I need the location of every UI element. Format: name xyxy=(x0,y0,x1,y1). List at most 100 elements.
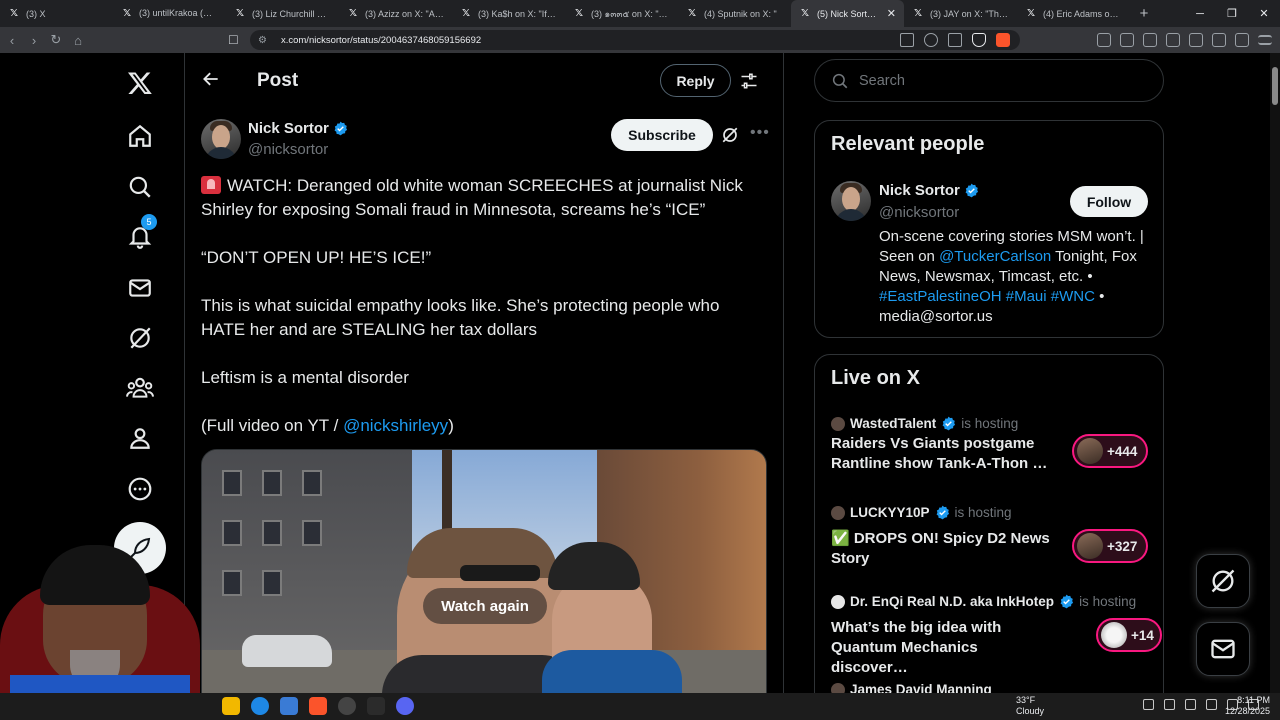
camera-off-icon[interactable] xyxy=(1143,699,1154,710)
minimize-icon[interactable]: ─ xyxy=(1184,8,1216,20)
hashtag-link[interactable]: #WNC xyxy=(1051,288,1095,305)
url-text[interactable]: x.com/nicksortor/status/2004637468059156… xyxy=(281,35,481,46)
author-name[interactable]: Nick Sortor xyxy=(248,120,329,137)
close-window-icon[interactable]: ✕ xyxy=(1248,7,1280,20)
restore-icon[interactable]: ❐ xyxy=(1216,7,1248,20)
browser-tab[interactable]: 𝕏 (3) X xyxy=(0,0,113,27)
discord-icon[interactable] xyxy=(396,697,414,715)
brave-shield-icon[interactable] xyxy=(972,33,986,47)
host-name[interactable]: Dr. EnQi Real N.D. aka InkHotep xyxy=(850,594,1054,609)
person-name-row[interactable]: Nick Sortor xyxy=(879,182,979,199)
download-icon[interactable] xyxy=(1166,33,1180,47)
browser-tab[interactable]: 𝕏 (3) Azizz on X: "Aloha xyxy=(339,0,452,27)
close-tab-icon[interactable]: ✕ xyxy=(887,7,896,20)
address-bar[interactable]: ☐ ⚙ x.com/nicksortor/status/200463746805… xyxy=(228,30,1020,50)
author-handle[interactable]: @nicksortor xyxy=(248,141,328,158)
brave-icon[interactable] xyxy=(309,697,327,715)
mention-link[interactable]: @nickshirleyy xyxy=(343,416,448,435)
browser-tab[interactable]: 𝕏 (3) untilKrakoa (👁️) W xyxy=(113,0,226,27)
nav-notifications[interactable]: 5 xyxy=(124,214,157,253)
nav-more[interactable] xyxy=(124,473,156,505)
home-icon[interactable]: ⌂ xyxy=(68,30,88,50)
sidebar-icon[interactable] xyxy=(1189,33,1203,47)
live-title[interactable]: What’s the big idea with Quantum Mechani… xyxy=(831,618,1056,678)
tab-search-icon[interactable] xyxy=(1212,33,1226,47)
taskbar-clock[interactable]: 8:11 PM 12/28/2025 xyxy=(1224,695,1270,717)
author-name-row[interactable]: Nick Sortor xyxy=(248,120,348,137)
nav-explore[interactable] xyxy=(124,171,156,203)
chevron-up-icon[interactable] xyxy=(1122,699,1133,710)
file-explorer-icon[interactable] xyxy=(222,697,240,715)
video-player[interactable]: Watch again xyxy=(201,449,767,693)
live-title[interactable]: Raiders Vs Giants postgame Rantline show… xyxy=(831,434,1056,474)
nav-messages[interactable] xyxy=(124,272,156,304)
browser-tab[interactable]: 𝕏 (4) Sputnik on X: " xyxy=(678,0,791,27)
live-space-item[interactable]: WastedTalent is hosting Raiders Vs Giant… xyxy=(831,416,1151,486)
x-home-logo[interactable] xyxy=(124,67,156,99)
reload-icon[interactable]: ↻ xyxy=(46,30,66,50)
browser-tab[interactable]: 𝕏 (3) ๑๓๓๕ on X: "Kai Ce xyxy=(565,0,678,27)
listeners-pill[interactable]: +327 xyxy=(1072,529,1148,563)
live-title[interactable]: ✅ DROPS ON! Spicy D2 News Story xyxy=(831,529,1056,569)
browser-tab-active[interactable]: 𝕏 (5) Nick Sortor on ✕ xyxy=(791,0,904,27)
screenshot-icon[interactable] xyxy=(900,33,914,47)
person-handle[interactable]: @nicksortor xyxy=(879,204,959,221)
grok-fab[interactable] xyxy=(1196,554,1250,608)
more-options-icon[interactable]: ••• xyxy=(750,124,770,142)
nav-home[interactable] xyxy=(124,120,156,152)
page-scrollbar[interactable] xyxy=(1270,53,1280,693)
nav-profile[interactable] xyxy=(124,422,156,454)
zoom-icon[interactable] xyxy=(924,33,938,47)
weather-widget[interactable]: 33°F Cloudy xyxy=(1016,695,1044,717)
reply-button[interactable]: Reply xyxy=(660,64,731,97)
grok-explain-button[interactable] xyxy=(721,126,739,144)
nav-communities[interactable] xyxy=(124,372,156,404)
person-name[interactable]: Nick Sortor xyxy=(879,182,960,199)
hashtag-link[interactable]: #EastPalestineOH xyxy=(879,288,1002,305)
live-space-item[interactable]: LUCKYY10P is hosting ✅ DROPS ON! Spicy D… xyxy=(831,505,1151,575)
listeners-pill[interactable]: +444 xyxy=(1072,434,1148,468)
host-name[interactable]: LUCKYY10P xyxy=(850,505,930,520)
subscribe-button[interactable]: Subscribe xyxy=(611,119,713,151)
wallet-icon[interactable] xyxy=(1097,33,1111,47)
app-icon[interactable] xyxy=(367,697,385,715)
back-button[interactable] xyxy=(201,69,221,89)
person-avatar[interactable] xyxy=(831,181,871,221)
vpn-icon[interactable] xyxy=(1235,33,1249,47)
mention-link[interactable]: @TuckerCarlson xyxy=(939,248,1051,265)
menu-icon[interactable] xyxy=(1258,35,1272,45)
scrollbar-thumb[interactable] xyxy=(1272,67,1278,105)
messages-fab[interactable] xyxy=(1196,622,1250,676)
reader-icon[interactable] xyxy=(1120,33,1134,47)
filter-button[interactable] xyxy=(740,72,758,90)
share-icon[interactable] xyxy=(948,33,962,47)
nav-grok[interactable] xyxy=(124,322,156,354)
live-space-item[interactable]: Dr. EnQi Real N.D. aka InkHotep is hosti… xyxy=(831,594,1162,676)
forward-nav-icon[interactable]: › xyxy=(24,30,44,50)
onedrive-icon[interactable] xyxy=(1164,699,1175,710)
author-avatar[interactable] xyxy=(201,119,241,159)
edge-icon[interactable] xyxy=(251,697,269,715)
extensions-icon[interactable] xyxy=(1143,33,1157,47)
microphone-icon[interactable] xyxy=(1185,699,1196,710)
browser-tab[interactable]: 𝕏 (3) JAY on X: "This guy xyxy=(904,0,1017,27)
host-name[interactable]: WastedTalent xyxy=(850,416,936,431)
site-info-icon[interactable]: ⚙ xyxy=(258,35,267,46)
app-icon[interactable] xyxy=(280,697,298,715)
browser-tab[interactable]: 𝕏 (3) Liz Churchill on X: " xyxy=(226,0,339,27)
wifi-icon[interactable] xyxy=(1206,699,1217,710)
obs-icon[interactable] xyxy=(338,697,356,715)
tab-label: (3) Liz Churchill on X: " xyxy=(252,8,331,19)
new-tab-button[interactable]: + xyxy=(1130,5,1158,22)
watch-again-button[interactable]: Watch again xyxy=(423,588,547,624)
browser-tab[interactable]: 𝕏 (3) Ka$h on X: "If my d xyxy=(452,0,565,27)
hashtag-link[interactable]: #Maui xyxy=(1006,288,1047,305)
browser-tab[interactable]: 𝕏 (4) Eric Adams on X: "I xyxy=(1017,0,1130,27)
back-nav-icon[interactable]: ‹ xyxy=(2,30,22,50)
search-placeholder[interactable]: Search xyxy=(859,73,905,89)
bookmark-icon[interactable]: ☐ xyxy=(228,33,239,47)
rewards-icon[interactable] xyxy=(996,33,1010,47)
follow-button[interactable]: Follow xyxy=(1070,186,1148,217)
listeners-pill[interactable]: +14 xyxy=(1096,618,1162,652)
search-box[interactable]: Search xyxy=(814,59,1164,102)
